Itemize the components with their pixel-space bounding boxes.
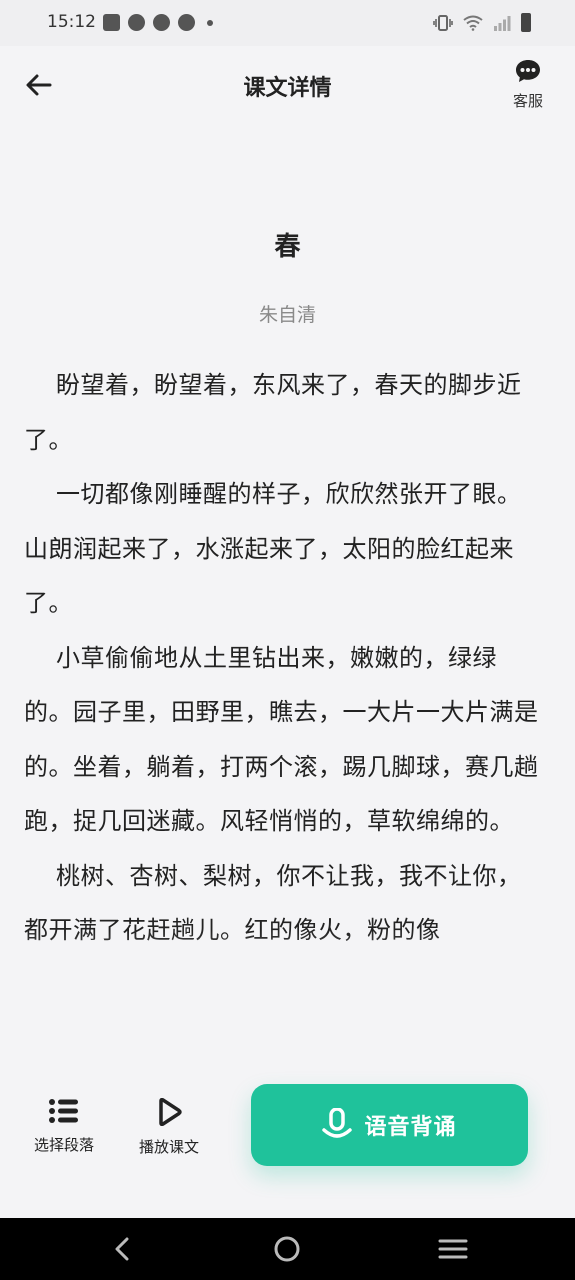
play-icon [159, 1097, 182, 1127]
voice-recite-button[interactable]: 语音背诵 [251, 1084, 528, 1166]
select-paragraph-label: 选择段落 [33, 1136, 94, 1154]
circle-app-icon [153, 14, 170, 31]
list-icon [49, 1099, 78, 1123]
microphone-icon [322, 1108, 353, 1138]
play-text-label: 播放课文 [138, 1138, 199, 1156]
article-title: 春 [274, 232, 301, 262]
article-author: 朱自清 [258, 304, 316, 326]
customer-service-label: 客服 [512, 92, 543, 110]
signal-icon [494, 15, 511, 31]
notification-square-icon [103, 14, 120, 31]
app-header: 课文详情 客服 [0, 46, 575, 126]
article-content: 盼望着，盼望着，东风来了，春天的脚步近了。 一切都像刚睡醒的样子，欣欣然张开了眼… [24, 358, 544, 1008]
play-text-button[interactable]: 播放课文 [124, 1097, 214, 1157]
battery-icon [521, 13, 531, 32]
circle-app-icon [128, 14, 145, 31]
nav-home-icon[interactable] [267, 1234, 307, 1264]
customer-service-button[interactable]: 客服 [508, 58, 548, 111]
article-paragraph: 一切都像刚睡醒的样子，欣欣然张开了眼。山朗润起来了，水涨起来了，太阳的脸红起来了… [24, 480, 522, 617]
chat-bubble-icon [516, 60, 540, 82]
wifi-icon [463, 15, 483, 31]
status-time: 15:12 [47, 12, 96, 32]
article-paragraph: 小草偷偷地从土里钻出来，嫩嫩的，绿绿的。园子里，田野里，瞧去，一大片一大片满是的… [24, 643, 539, 836]
system-nav-bar [0, 1218, 575, 1280]
page-title: 课文详情 [243, 76, 332, 101]
article-paragraph: 盼望着，盼望着，东风来了，春天的脚步近了。 [24, 371, 522, 454]
more-dot-icon [207, 19, 213, 26]
vibrate-icon [433, 14, 453, 31]
nav-back-icon[interactable] [102, 1234, 142, 1264]
status-bar: 15:12 [0, 0, 575, 46]
nav-recents-icon[interactable] [433, 1234, 473, 1264]
status-system-icons [433, 13, 531, 32]
content-fade-overlay [0, 930, 575, 1060]
status-notification-icons [103, 14, 213, 31]
select-paragraph-button[interactable]: 选择段落 [19, 1098, 109, 1155]
voice-recite-label: 语音背诵 [364, 1115, 457, 1140]
bottom-action-bar: 选择段落 播放课文 语音背诵 [0, 1060, 575, 1218]
circle-app-icon [178, 14, 195, 31]
